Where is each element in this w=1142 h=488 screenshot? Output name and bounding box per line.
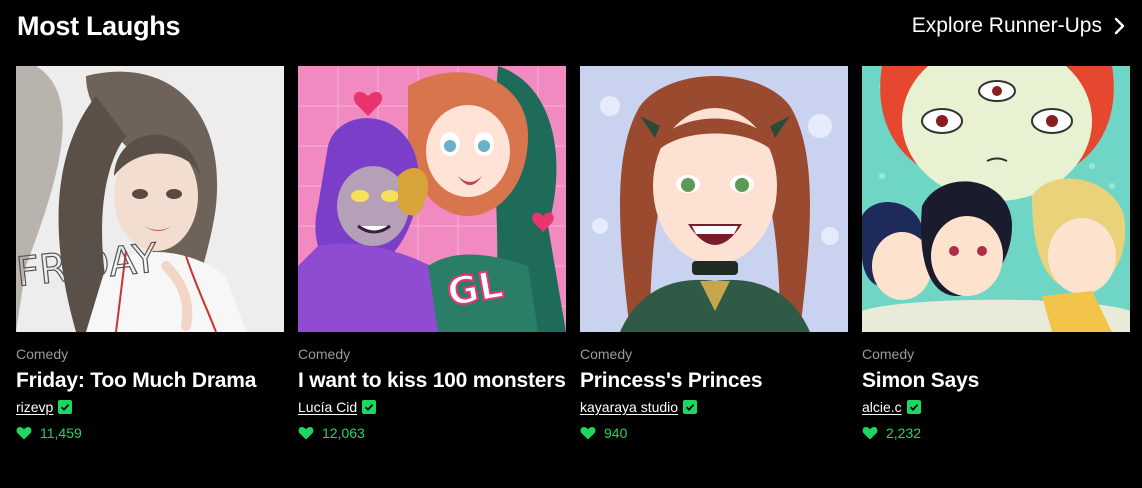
verified-check-icon [58,400,73,414]
likes-row: 2,232 [862,425,1130,441]
likes-count: 940 [604,425,628,441]
comic-card[interactable]: FRIDAY Comedy Friday: Too Much Drama riz… [16,66,284,441]
comic-title[interactable]: Friday: Too Much Drama [16,369,284,393]
likes-row: 11,459 [16,425,284,441]
comic-genre: Comedy [862,346,915,362]
comic-genre: Comedy [580,346,633,362]
likes-count: 11,459 [40,425,82,441]
verified-check-icon [906,400,921,414]
author-row: rizevp [16,399,284,415]
likes-row: 940 [580,425,848,441]
author-link[interactable]: kayaraya studio [580,399,678,415]
comic-card[interactable]: Comedy Princess's Princes kayaraya studi… [580,66,848,441]
comic-title[interactable]: I want to kiss 100 monsters [298,369,566,393]
author-link[interactable]: rizevp [16,399,53,415]
author-link[interactable]: Lucía Cid [298,399,357,415]
card-list: FRIDAY Comedy Friday: Too Much Drama riz… [16,66,1130,441]
comic-cover-princesss-princes[interactable] [580,66,848,332]
chevron-right-icon [1114,17,1125,35]
likes-count: 2,232 [886,425,922,441]
author-row: kayaraya studio [580,399,848,415]
comic-cover-simon-says[interactable] [862,66,1130,332]
comic-genre: Comedy [16,346,69,362]
heart-icon [862,427,878,440]
heart-icon [580,427,596,440]
author-row: alcie.c [862,399,1130,415]
author-row: Lucía Cid [298,399,566,415]
comic-cover-100-monsters[interactable]: GL [298,66,566,332]
section-header: Most Laughs Explore Runner-Ups [17,8,1126,44]
comic-card[interactable]: GL Comedy I want to kiss 100 monsters Lu… [298,66,566,441]
comic-genre: Comedy [298,346,351,362]
likes-row: 12,063 [298,425,566,441]
explore-label: Explore Runner-Ups [911,14,1102,37]
comic-cover-friday[interactable]: FRIDAY [16,66,284,332]
heart-icon [298,427,314,440]
verified-check-icon [362,400,377,414]
explore-runner-ups-link[interactable]: Explore Runner-Ups [912,14,1126,38]
comic-title[interactable]: Princess's Princes [580,369,848,393]
heart-icon [16,427,32,440]
comic-title[interactable]: Simon Says [862,369,1130,393]
author-link[interactable]: alcie.c [862,399,902,415]
section-title: Most Laughs [17,10,181,41]
comic-card[interactable]: Comedy Simon Says alcie.c 2,232 [862,66,1130,441]
likes-count: 12,063 [322,425,365,441]
verified-check-icon [683,400,698,414]
